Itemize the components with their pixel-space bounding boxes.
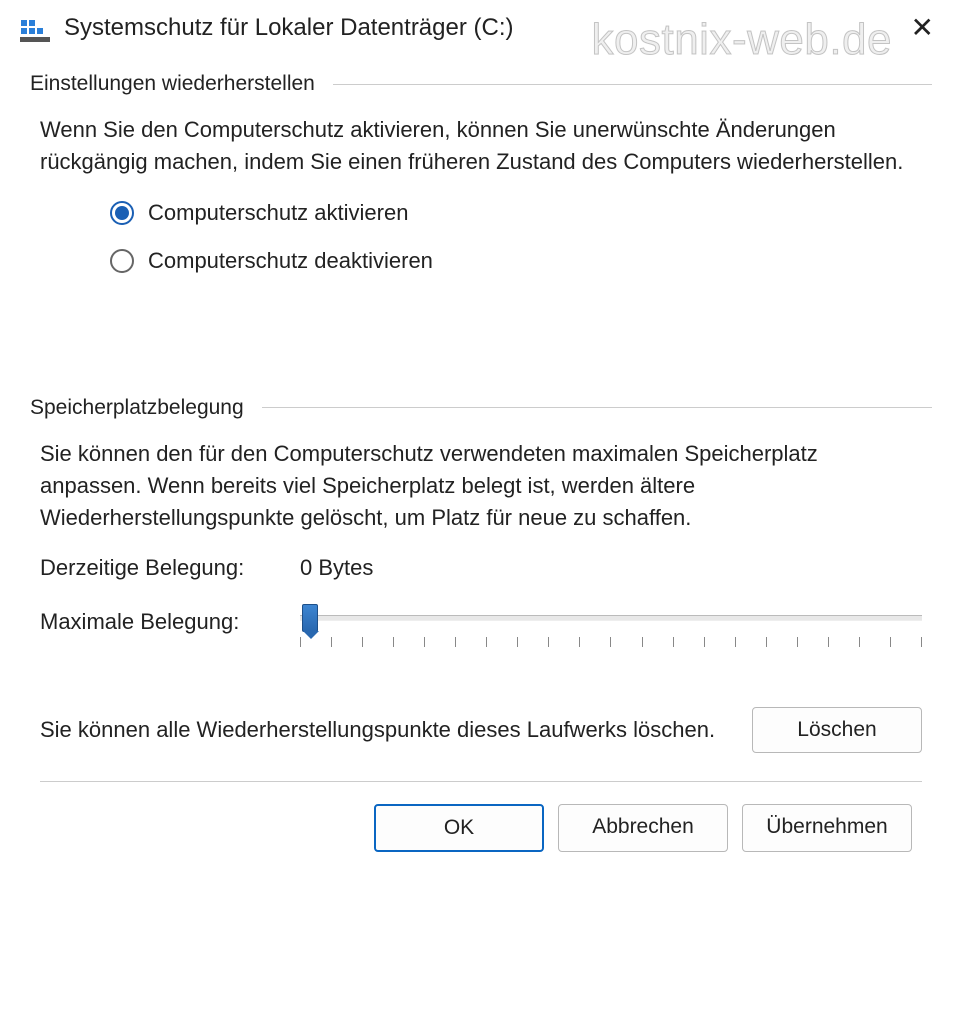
max-usage-slider[interactable] (300, 601, 922, 647)
titlebar: Systemschutz für Lokaler Datenträger (C:… (0, 0, 962, 52)
protection-radio-group: Computerschutz aktivieren Computerschutz… (110, 200, 932, 274)
radio-enable-label: Computerschutz aktivieren (148, 200, 408, 226)
restore-settings-header: Einstellungen wiederherstellen (30, 72, 932, 96)
radio-icon (110, 201, 134, 225)
dialog-button-row: OK Abbrechen Übernehmen (30, 782, 932, 852)
ok-button[interactable]: OK (374, 804, 544, 852)
diskspace-label: Speicherplatzbelegung (30, 396, 244, 420)
radio-icon (110, 249, 134, 273)
slider-thumb[interactable] (302, 604, 318, 632)
slider-ticks (300, 637, 922, 647)
current-usage-row: Derzeitige Belegung: 0 Bytes (40, 555, 922, 581)
radio-disable-protection[interactable]: Computerschutz deaktivieren (110, 248, 932, 274)
delete-button[interactable]: Löschen (752, 707, 922, 753)
restore-settings-label: Einstellungen wiederherstellen (30, 72, 315, 96)
apply-button[interactable]: Übernehmen (742, 804, 912, 852)
current-usage-label: Derzeitige Belegung: (40, 555, 300, 581)
window-title: Systemschutz für Lokaler Datenträger (C:… (64, 14, 903, 42)
radio-disable-label: Computerschutz deaktivieren (148, 248, 433, 274)
close-icon[interactable]: ✕ (903, 14, 942, 42)
max-usage-label: Maximale Belegung: (40, 601, 300, 635)
radio-enable-protection[interactable]: Computerschutz aktivieren (110, 200, 932, 226)
cancel-button[interactable]: Abbrechen (558, 804, 728, 852)
restore-settings-description: Wenn Sie den Computerschutz aktivieren, … (40, 114, 922, 178)
current-usage-value: 0 Bytes (300, 555, 373, 581)
delete-restore-points-text: Sie können alle Wiederherstellungspunkte… (40, 715, 728, 746)
system-protection-icon (20, 14, 50, 42)
diskspace-description: Sie können den für den Computerschutz ve… (40, 438, 922, 534)
diskspace-header: Speicherplatzbelegung (30, 396, 932, 420)
